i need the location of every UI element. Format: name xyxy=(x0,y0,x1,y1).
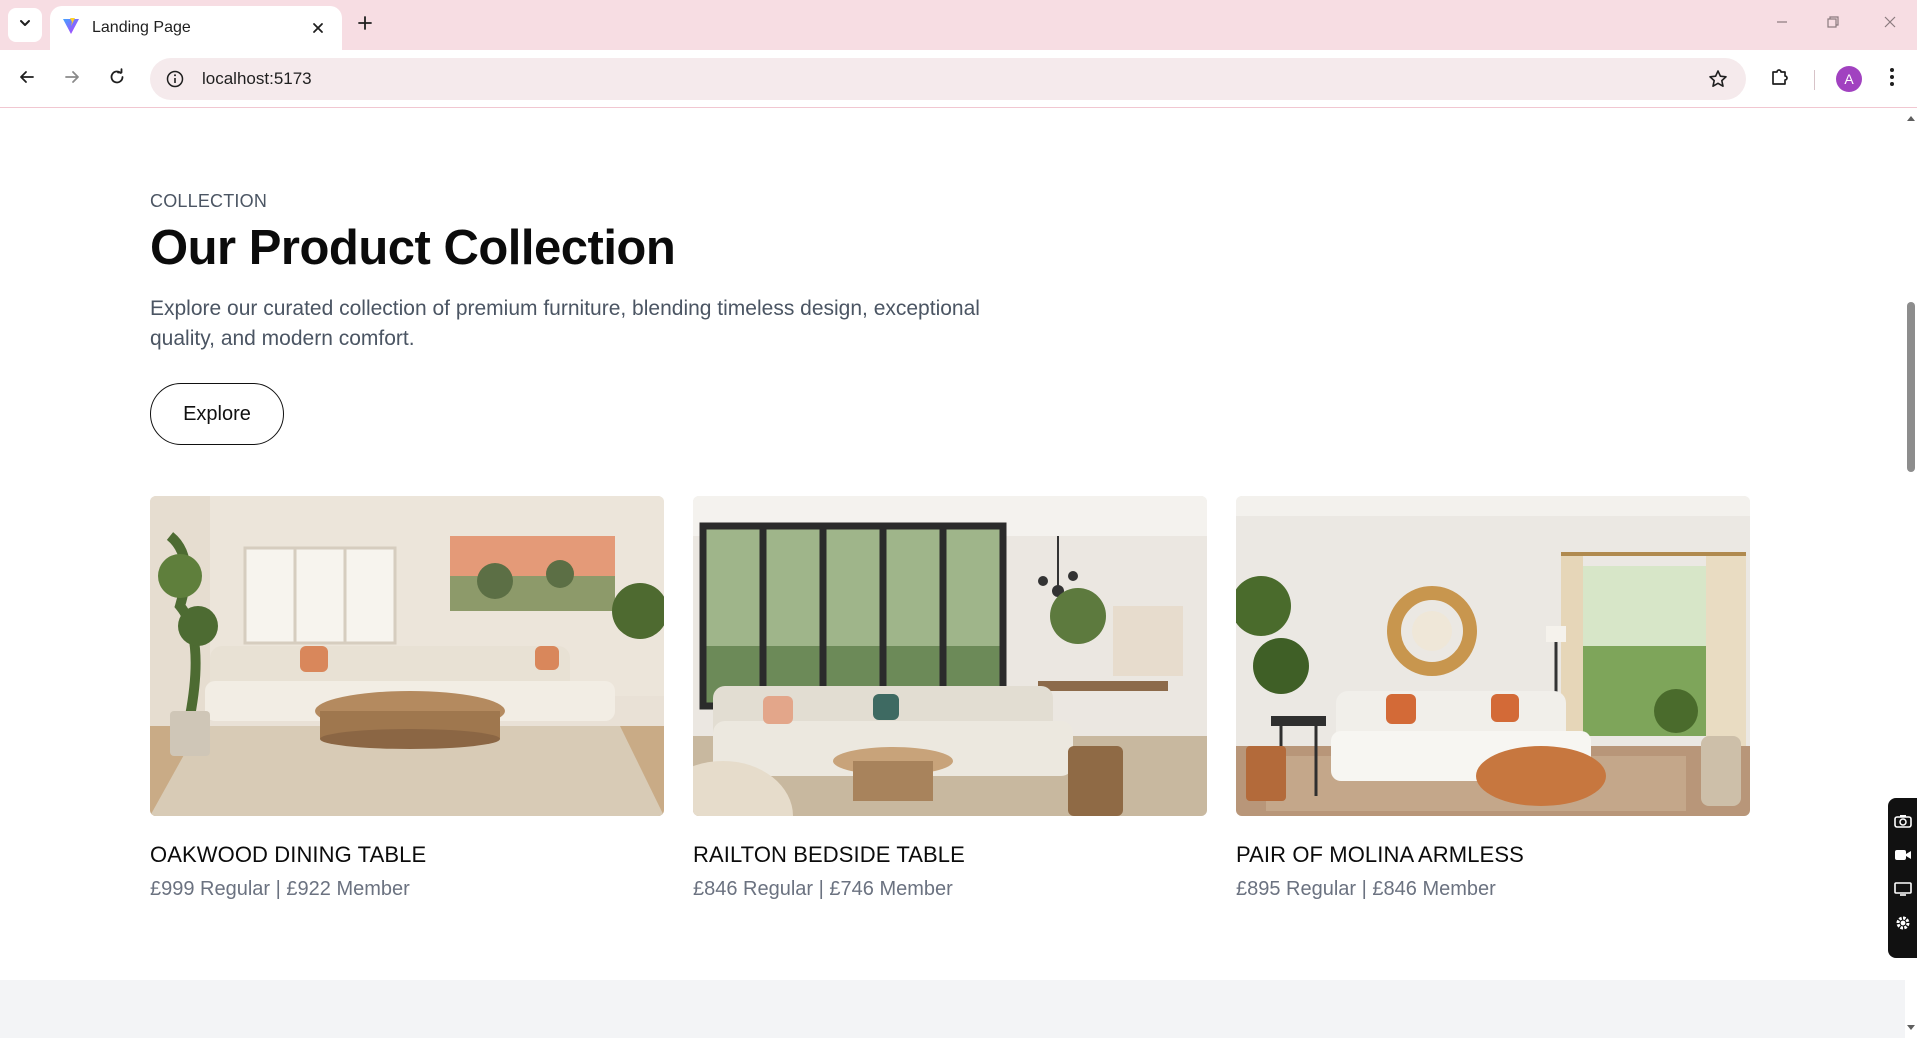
product-card[interactable]: OAKWOOD DINING TABLE £999 Regular | £922… xyxy=(150,496,664,901)
restore-button[interactable] xyxy=(1811,8,1855,40)
forward-button[interactable] xyxy=(54,61,90,97)
scroll-up-arrow-icon[interactable] xyxy=(1905,114,1917,124)
vite-logo-icon xyxy=(62,17,80,40)
section-description: Explore our curated collection of premiu… xyxy=(150,297,980,350)
page-title: Our Product Collection xyxy=(150,221,676,275)
toolbar-divider xyxy=(1814,70,1815,90)
scrollbar-thumb[interactable] xyxy=(1907,302,1915,472)
extensions-button[interactable] xyxy=(1762,61,1798,97)
explore-button[interactable]: Explore xyxy=(150,383,284,445)
minimize-button[interactable] xyxy=(1760,8,1804,40)
collection-section: COLLECTION Our Product Collection Explor… xyxy=(0,108,1905,980)
video-icon[interactable] xyxy=(1888,838,1917,872)
new-tab-button[interactable] xyxy=(350,10,380,40)
info-icon[interactable] xyxy=(154,58,196,100)
scroll-down-arrow-icon[interactable] xyxy=(1905,1024,1917,1034)
product-title[interactable]: RAILTON BEDSIDE TABLE xyxy=(693,842,1207,868)
kebab-menu-icon xyxy=(1889,67,1895,92)
arrow-right-icon xyxy=(63,68,81,91)
product-image-living-dining-room[interactable] xyxy=(693,496,1207,816)
url-text[interactable]: localhost:5173 xyxy=(202,69,1698,89)
back-button[interactable] xyxy=(9,61,45,97)
product-price: £999 Regular | £922 Member xyxy=(150,878,410,900)
tab-strip: Landing Page xyxy=(0,0,1917,50)
camera-icon[interactable] xyxy=(1888,804,1917,838)
product-title[interactable]: OAKWOOD DINING TABLE xyxy=(150,842,664,868)
tab-search-button[interactable] xyxy=(8,8,42,42)
restore-icon xyxy=(1826,15,1840,34)
product-title[interactable]: PAIR OF MOLINA ARMLESS xyxy=(1236,842,1750,868)
minimize-icon xyxy=(1775,15,1789,34)
page-viewport: COLLECTION Our Product Collection Explor… xyxy=(0,108,1905,1038)
section-eyebrow: COLLECTION xyxy=(150,191,268,211)
screen-icon[interactable] xyxy=(1888,872,1917,906)
reload-icon xyxy=(108,67,126,91)
tab-landing-page[interactable]: Landing Page xyxy=(50,6,342,50)
product-card[interactable]: RAILTON BEDSIDE TABLE £846 Regular | £74… xyxy=(693,496,1207,901)
product-image-sunlit-living-room[interactable] xyxy=(1236,496,1750,816)
gear-icon[interactable] xyxy=(1888,906,1917,940)
product-card[interactable]: PAIR OF MOLINA ARMLESS £895 Regular | £8… xyxy=(1236,496,1750,901)
close-icon xyxy=(1883,15,1897,34)
close-icon[interactable] xyxy=(306,16,330,40)
chevron-down-icon xyxy=(18,16,32,35)
capture-widget xyxy=(1888,798,1917,958)
product-price: £895 Regular | £846 Member xyxy=(1236,878,1496,900)
star-icon[interactable] xyxy=(1698,59,1738,99)
plus-icon xyxy=(357,15,373,36)
browser-menu-button[interactable] xyxy=(1876,61,1908,97)
browser-toolbar: localhost:5173 xyxy=(0,50,1917,108)
reload-button[interactable] xyxy=(99,61,135,97)
address-bar[interactable]: localhost:5173 xyxy=(150,58,1746,100)
product-image-living-room[interactable] xyxy=(150,496,664,816)
profile-avatar[interactable]: A xyxy=(1836,66,1862,92)
tab-title: Landing Page xyxy=(92,19,191,36)
window-close-button[interactable] xyxy=(1868,8,1912,40)
next-section xyxy=(0,980,1905,1038)
arrow-left-icon xyxy=(18,68,36,91)
product-price: £846 Regular | £746 Member xyxy=(693,878,953,900)
puzzle-icon xyxy=(1769,66,1791,93)
